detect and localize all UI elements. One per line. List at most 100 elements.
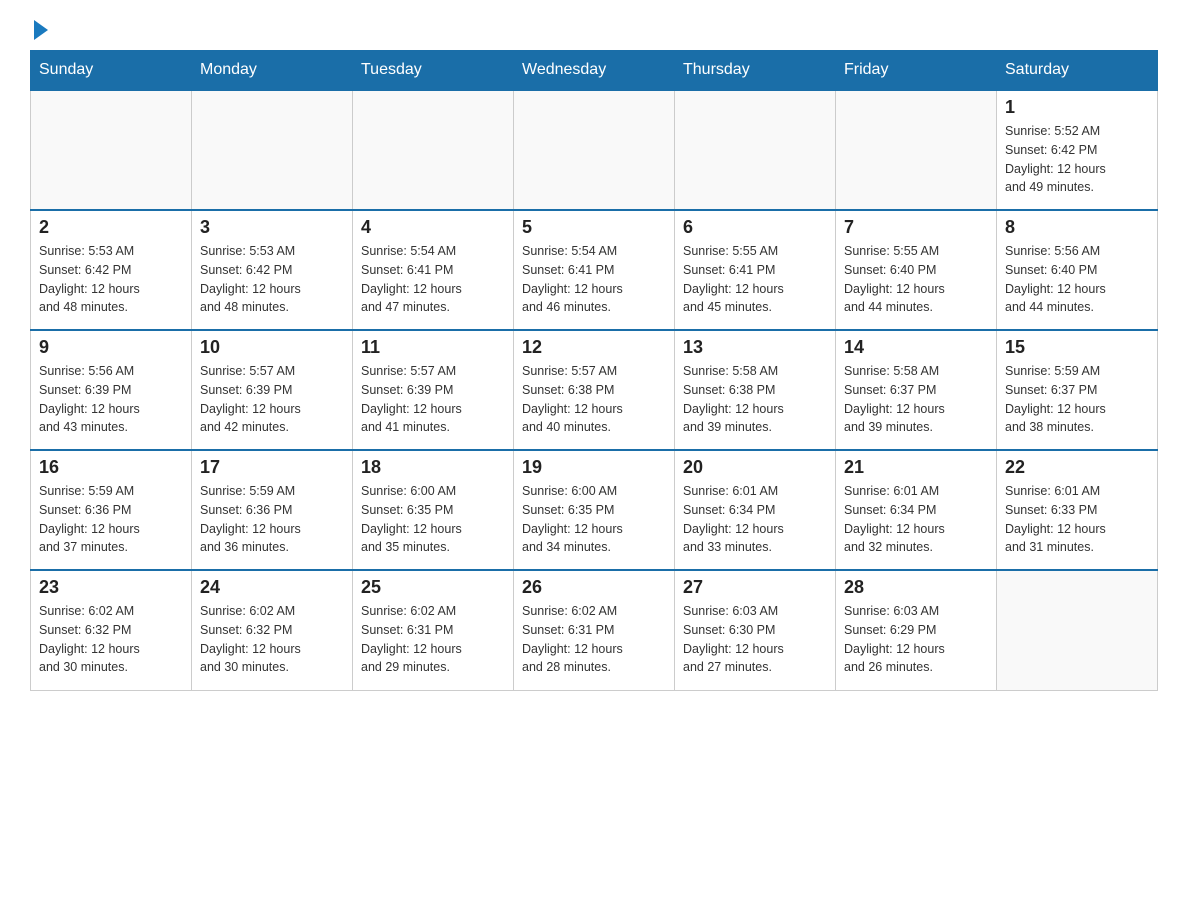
day-number: 28 [844, 577, 988, 598]
day-number: 5 [522, 217, 666, 238]
day-info: Sunrise: 5:52 AM Sunset: 6:42 PM Dayligh… [1005, 122, 1149, 197]
day-info: Sunrise: 6:02 AM Sunset: 6:32 PM Dayligh… [39, 602, 183, 677]
day-info: Sunrise: 5:55 AM Sunset: 6:40 PM Dayligh… [844, 242, 988, 317]
calendar-cell: 8 Sunrise: 5:56 AM Sunset: 6:40 PM Daylig… [997, 210, 1158, 330]
day-number: 12 [522, 337, 666, 358]
logo-triangle-icon [34, 20, 48, 40]
calendar-week-row: 16 Sunrise: 5:59 AM Sunset: 6:36 PM Dayli… [31, 450, 1158, 570]
calendar-cell [675, 90, 836, 210]
calendar-week-row: 1 Sunrise: 5:52 AM Sunset: 6:42 PM Daylig… [31, 90, 1158, 210]
day-number: 7 [844, 217, 988, 238]
day-number: 6 [683, 217, 827, 238]
day-number: 20 [683, 457, 827, 478]
calendar-cell [514, 90, 675, 210]
calendar-cell: 28 Sunrise: 6:03 AM Sunset: 6:29 PM Dayli… [836, 570, 997, 690]
calendar-cell: 27 Sunrise: 6:03 AM Sunset: 6:30 PM Dayli… [675, 570, 836, 690]
calendar-cell: 12 Sunrise: 5:57 AM Sunset: 6:38 PM Dayli… [514, 330, 675, 450]
day-info: Sunrise: 6:00 AM Sunset: 6:35 PM Dayligh… [361, 482, 505, 557]
day-number: 26 [522, 577, 666, 598]
day-info: Sunrise: 5:53 AM Sunset: 6:42 PM Dayligh… [200, 242, 344, 317]
calendar-cell: 1 Sunrise: 5:52 AM Sunset: 6:42 PM Daylig… [997, 90, 1158, 210]
calendar-cell: 10 Sunrise: 5:57 AM Sunset: 6:39 PM Dayli… [192, 330, 353, 450]
day-number: 16 [39, 457, 183, 478]
day-number: 19 [522, 457, 666, 478]
day-info: Sunrise: 5:58 AM Sunset: 6:37 PM Dayligh… [844, 362, 988, 437]
calendar-cell: 3 Sunrise: 5:53 AM Sunset: 6:42 PM Daylig… [192, 210, 353, 330]
day-number: 2 [39, 217, 183, 238]
calendar-cell: 2 Sunrise: 5:53 AM Sunset: 6:42 PM Daylig… [31, 210, 192, 330]
day-number: 15 [1005, 337, 1149, 358]
day-number: 23 [39, 577, 183, 598]
day-number: 13 [683, 337, 827, 358]
calendar-table: SundayMondayTuesdayWednesdayThursdayFrid… [30, 50, 1158, 691]
calendar-cell: 16 Sunrise: 5:59 AM Sunset: 6:36 PM Dayli… [31, 450, 192, 570]
day-info: Sunrise: 6:02 AM Sunset: 6:31 PM Dayligh… [522, 602, 666, 677]
day-info: Sunrise: 5:58 AM Sunset: 6:38 PM Dayligh… [683, 362, 827, 437]
column-header-wednesday: Wednesday [514, 51, 675, 91]
day-number: 17 [200, 457, 344, 478]
day-number: 14 [844, 337, 988, 358]
calendar-week-row: 23 Sunrise: 6:02 AM Sunset: 6:32 PM Dayli… [31, 570, 1158, 690]
column-header-thursday: Thursday [675, 51, 836, 91]
column-header-friday: Friday [836, 51, 997, 91]
day-info: Sunrise: 5:55 AM Sunset: 6:41 PM Dayligh… [683, 242, 827, 317]
calendar-cell: 5 Sunrise: 5:54 AM Sunset: 6:41 PM Daylig… [514, 210, 675, 330]
day-number: 11 [361, 337, 505, 358]
day-info: Sunrise: 5:57 AM Sunset: 6:39 PM Dayligh… [361, 362, 505, 437]
day-number: 4 [361, 217, 505, 238]
page-header [30, 20, 1158, 40]
calendar-cell: 21 Sunrise: 6:01 AM Sunset: 6:34 PM Dayli… [836, 450, 997, 570]
day-info: Sunrise: 5:56 AM Sunset: 6:39 PM Dayligh… [39, 362, 183, 437]
day-info: Sunrise: 5:53 AM Sunset: 6:42 PM Dayligh… [39, 242, 183, 317]
calendar-cell: 25Sunrise: 6:02 AM Sunset: 6:31 PM Dayli… [353, 570, 514, 690]
calendar-cell: 17 Sunrise: 5:59 AM Sunset: 6:36 PM Dayli… [192, 450, 353, 570]
calendar-cell: 7 Sunrise: 5:55 AM Sunset: 6:40 PM Daylig… [836, 210, 997, 330]
calendar-cell: 6 Sunrise: 5:55 AM Sunset: 6:41 PM Daylig… [675, 210, 836, 330]
day-info: Sunrise: 5:54 AM Sunset: 6:41 PM Dayligh… [361, 242, 505, 317]
day-number: 3 [200, 217, 344, 238]
day-info: Sunrise: 6:03 AM Sunset: 6:30 PM Dayligh… [683, 602, 827, 677]
calendar-cell: 19 Sunrise: 6:00 AM Sunset: 6:35 PM Dayli… [514, 450, 675, 570]
day-info: Sunrise: 5:54 AM Sunset: 6:41 PM Dayligh… [522, 242, 666, 317]
calendar-header-row: SundayMondayTuesdayWednesdayThursdayFrid… [31, 51, 1158, 91]
calendar-cell: 11 Sunrise: 5:57 AM Sunset: 6:39 PM Dayli… [353, 330, 514, 450]
column-header-sunday: Sunday [31, 51, 192, 91]
calendar-cell: 13 Sunrise: 5:58 AM Sunset: 6:38 PM Dayli… [675, 330, 836, 450]
day-number: 22 [1005, 457, 1149, 478]
day-number: 8 [1005, 217, 1149, 238]
day-info: Sunrise: 6:01 AM Sunset: 6:34 PM Dayligh… [683, 482, 827, 557]
calendar-cell: 4 Sunrise: 5:54 AM Sunset: 6:41 PM Daylig… [353, 210, 514, 330]
day-info: Sunrise: 6:02 AM Sunset: 6:31 PM Dayligh… [361, 602, 505, 677]
calendar-week-row: 2 Sunrise: 5:53 AM Sunset: 6:42 PM Daylig… [31, 210, 1158, 330]
day-info: Sunrise: 5:59 AM Sunset: 6:37 PM Dayligh… [1005, 362, 1149, 437]
calendar-cell [31, 90, 192, 210]
day-info: Sunrise: 5:56 AM Sunset: 6:40 PM Dayligh… [1005, 242, 1149, 317]
calendar-cell [353, 90, 514, 210]
day-number: 1 [1005, 97, 1149, 118]
calendar-cell: 24 Sunrise: 6:02 AM Sunset: 6:32 PM Dayli… [192, 570, 353, 690]
day-info: Sunrise: 6:00 AM Sunset: 6:35 PM Dayligh… [522, 482, 666, 557]
column-header-tuesday: Tuesday [353, 51, 514, 91]
calendar-week-row: 9 Sunrise: 5:56 AM Sunset: 6:39 PM Daylig… [31, 330, 1158, 450]
calendar-cell: 20 Sunrise: 6:01 AM Sunset: 6:34 PM Dayli… [675, 450, 836, 570]
day-number: 27 [683, 577, 827, 598]
day-number: 21 [844, 457, 988, 478]
column-header-monday: Monday [192, 51, 353, 91]
day-number: 10 [200, 337, 344, 358]
day-number: 18 [361, 457, 505, 478]
day-info: Sunrise: 6:02 AM Sunset: 6:32 PM Dayligh… [200, 602, 344, 677]
day-number: 24 [200, 577, 344, 598]
calendar-cell [997, 570, 1158, 690]
day-number: 9 [39, 337, 183, 358]
day-info: Sunrise: 5:59 AM Sunset: 6:36 PM Dayligh… [200, 482, 344, 557]
calendar-cell: 9 Sunrise: 5:56 AM Sunset: 6:39 PM Daylig… [31, 330, 192, 450]
day-info: Sunrise: 6:03 AM Sunset: 6:29 PM Dayligh… [844, 602, 988, 677]
day-info: Sunrise: 5:57 AM Sunset: 6:39 PM Dayligh… [200, 362, 344, 437]
day-info: Sunrise: 5:59 AM Sunset: 6:36 PM Dayligh… [39, 482, 183, 557]
day-info: Sunrise: 6:01 AM Sunset: 6:33 PM Dayligh… [1005, 482, 1149, 557]
calendar-cell: 14 Sunrise: 5:58 AM Sunset: 6:37 PM Dayli… [836, 330, 997, 450]
column-header-saturday: Saturday [997, 51, 1158, 91]
day-info: Sunrise: 5:57 AM Sunset: 6:38 PM Dayligh… [522, 362, 666, 437]
calendar-cell: 26 Sunrise: 6:02 AM Sunset: 6:31 PM Dayli… [514, 570, 675, 690]
day-info: Sunrise: 6:01 AM Sunset: 6:34 PM Dayligh… [844, 482, 988, 557]
